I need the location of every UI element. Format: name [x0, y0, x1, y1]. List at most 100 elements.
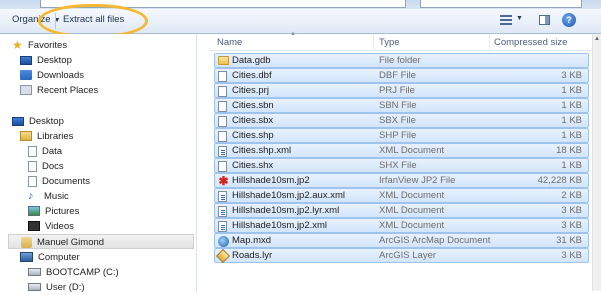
- nav-user-folder[interactable]: Manuel Gimond: [8, 234, 194, 249]
- file-row[interactable]: Hillshade10sm.jp2.lyr.xml XML Document 3 K…: [214, 203, 589, 218]
- pictures-icon: [28, 206, 40, 217]
- nav-fav-recent-places[interactable]: Recent Places: [20, 83, 98, 98]
- nav-library-pictures[interactable]: Pictures: [28, 204, 79, 219]
- nav-libraries[interactable]: Libraries: [20, 129, 73, 144]
- file-name: Hillshade10sm.jp2.aux.xml: [232, 190, 345, 201]
- file-row[interactable]: ✱ Hillshade10sm.jp2 IrfanView JP2 File 42,2…: [214, 173, 589, 188]
- recent-places-icon: [20, 85, 32, 96]
- file-compressed-size: 3 KB: [561, 205, 582, 216]
- column-header-compressed-size[interactable]: Compressed size: [494, 37, 567, 48]
- desktop-icon: [20, 55, 32, 65]
- file-name: Cities.shx: [232, 160, 274, 171]
- nav-label: Desktop: [37, 55, 72, 66]
- nav-drive-c[interactable]: BOOTCAMP (C:): [28, 265, 119, 280]
- vertical-scrollbar[interactable]: ▲: [592, 34, 601, 291]
- desktop-icon: [12, 116, 24, 126]
- nav-label: Manuel Gimond: [37, 237, 105, 248]
- xml-icon: [218, 146, 227, 157]
- file-row[interactable]: Cities.dbf DBF File 3 KB: [214, 68, 589, 83]
- file-row[interactable]: Cities.sbn SBN File 1 KB: [214, 98, 589, 113]
- file-row[interactable]: Cities.prj PRJ File 1 KB: [214, 83, 589, 98]
- highlight-annotation-ring: [38, 4, 148, 38]
- nav-library-documents[interactable]: Documents: [28, 174, 90, 189]
- nav-label: Pictures: [45, 206, 80, 217]
- file-type: XML Document: [379, 220, 445, 231]
- search-box[interactable]: [420, 0, 582, 8]
- xml-icon: [218, 206, 227, 217]
- file-row[interactable]: Cities.shx SHX File 1 KB: [214, 158, 589, 173]
- music-icon: ♪: [28, 189, 34, 202]
- nav-label: Libraries: [37, 131, 74, 142]
- file-row[interactable]: Cities.shp.xml XML Document 18 KB: [214, 143, 589, 158]
- nav-library-videos[interactable]: Videos: [28, 219, 74, 234]
- file-type: SHX File: [379, 160, 417, 171]
- file-compressed-size: 1 KB: [561, 115, 582, 126]
- file-name: Cities.prj: [232, 85, 269, 96]
- file-type: XML Document: [379, 145, 445, 156]
- file-compressed-size: 18 KB: [556, 145, 582, 156]
- file-icon: [218, 161, 227, 172]
- file-compressed-size: 2 KB: [561, 190, 582, 201]
- scroll-up-icon[interactable]: ▲: [594, 36, 600, 42]
- nav-desktop[interactable]: Desktop: [12, 114, 64, 129]
- column-header-name[interactable]: Name: [217, 37, 242, 48]
- file-row[interactable]: Cities.shp SHP File 1 KB: [214, 128, 589, 143]
- file-compressed-size: 42,228 KB: [537, 175, 582, 186]
- nav-fav-downloads[interactable]: Downloads: [20, 68, 84, 83]
- file-row[interactable]: Hillshade10sm.jp2.aux.xml XML Document 2 K…: [214, 188, 589, 203]
- hard-drive-icon: [28, 268, 41, 277]
- file-compressed-size: 1 KB: [561, 100, 582, 111]
- nav-library-docs[interactable]: Docs: [28, 159, 64, 174]
- column-divider[interactable]: [489, 34, 490, 50]
- sort-ascending-icon: ▲: [290, 31, 296, 37]
- nav-label: Recent Places: [37, 85, 99, 96]
- nav-drive-d[interactable]: User (D:): [28, 280, 85, 295]
- file-name: Roads.lyr: [232, 250, 273, 261]
- nav-label: Docs: [42, 161, 64, 172]
- nav-library-data[interactable]: Data: [28, 144, 62, 159]
- file-type: SHP File: [379, 130, 417, 141]
- help-icon[interactable]: ?: [562, 13, 576, 27]
- file-icon: [218, 86, 227, 97]
- file-type: XML Document: [379, 205, 445, 216]
- file-type: ArcGIS ArcMap Document: [379, 235, 491, 246]
- nav-label: Videos: [45, 221, 74, 232]
- file-type: XML Document: [379, 190, 445, 201]
- xml-icon: [218, 191, 227, 202]
- change-view-icon[interactable]: [500, 15, 512, 25]
- nav-computer[interactable]: Computer: [20, 250, 80, 265]
- documents-icon: [28, 175, 37, 187]
- file-row[interactable]: Cities.sbx SBX File 1 KB: [214, 113, 589, 128]
- file-row[interactable]: Roads.lyr ArcGIS Layer 3 KB: [214, 248, 589, 264]
- file-icon: [218, 71, 227, 82]
- file-name: Cities.sbx: [232, 115, 274, 126]
- column-header-type[interactable]: Type: [379, 37, 400, 48]
- irfanview-icon: ✱: [218, 174, 229, 188]
- nav-label: Computer: [38, 252, 80, 263]
- videos-icon: [28, 221, 40, 232]
- nav-label: BOOTCAMP (C:): [46, 267, 119, 278]
- nav-library-music[interactable]: ♪ Music: [28, 189, 69, 204]
- nav-favorites[interactable]: ★ Favorites: [12, 38, 67, 53]
- file-name: Cities.sbn: [232, 100, 274, 111]
- file-name: Cities.dbf: [232, 70, 272, 81]
- file-type: SBN File: [379, 100, 417, 111]
- nav-fav-desktop[interactable]: Desktop: [20, 53, 72, 68]
- file-row[interactable]: Map.mxd ArcGIS ArcMap Document 31 KB: [214, 233, 589, 248]
- downloads-folder-icon: [20, 70, 32, 81]
- file-row[interactable]: Data.gdb File folder: [214, 53, 589, 68]
- navigation-pane: ★ Favorites Desktop Downloads Recent Plac…: [0, 34, 197, 293]
- nav-label: Data: [42, 146, 63, 157]
- column-divider[interactable]: [373, 34, 374, 50]
- arcmap-icon: [218, 236, 229, 247]
- library-icon: [28, 145, 37, 157]
- file-name: Map.mxd: [232, 235, 272, 246]
- nav-label: Favorites: [28, 40, 68, 51]
- file-icon: [218, 101, 227, 112]
- file-row[interactable]: Hillshade10sm.jp2.xml XML Document 3 KB: [214, 218, 589, 233]
- file-type: File folder: [379, 55, 421, 66]
- preview-pane-icon[interactable]: [539, 15, 550, 25]
- file-compressed-size: 3 KB: [561, 250, 582, 261]
- computer-icon: [20, 252, 33, 263]
- view-options-chevron-icon[interactable]: ▼: [516, 15, 523, 22]
